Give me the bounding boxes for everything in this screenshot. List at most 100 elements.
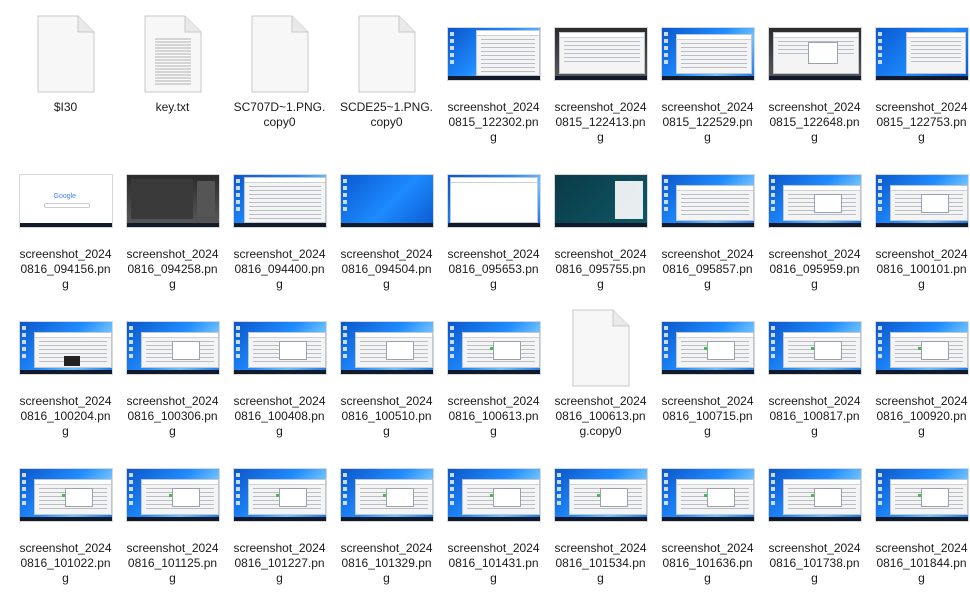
file-thumbnail[interactable]: [12, 302, 119, 394]
file-item[interactable]: screenshot_2024 0816_094504.pn g: [333, 155, 440, 301]
file-thumbnail[interactable]: [654, 8, 761, 100]
file-thumbnail[interactable]: [333, 8, 440, 100]
file-thumbnail[interactable]: [761, 302, 868, 394]
file-item[interactable]: screenshot_2024 0816_100613.pn g.copy0: [547, 302, 654, 448]
file-name[interactable]: screenshot_2024 0816_100306.pn g: [119, 394, 226, 439]
file-thumbnail[interactable]: [226, 302, 333, 394]
file-item[interactable]: screenshot_2024 0816_100613.pn g: [440, 302, 547, 448]
file-thumbnail[interactable]: [12, 449, 119, 541]
file-item[interactable]: screenshot_2024 0816_100204.pn g: [12, 302, 119, 448]
file-name[interactable]: screenshot_2024 0816_094400.pn g: [226, 247, 333, 292]
file-name[interactable]: screenshot_2024 0816_101022.pn g: [12, 541, 119, 586]
file-item[interactable]: screenshot_2024 0816_101844.pn g: [868, 449, 970, 595]
file-name[interactable]: screenshot_2024 0815_122302.pn g: [440, 100, 547, 145]
file-name[interactable]: screenshot_2024 0816_100715.pn g: [654, 394, 761, 439]
file-thumbnail[interactable]: [119, 302, 226, 394]
file-name[interactable]: screenshot_2024 0816_100204.pn g: [12, 394, 119, 439]
file-name[interactable]: screenshot_2024 0816_100613.pn g: [440, 394, 547, 439]
file-item[interactable]: screenshot_2024 0816_100715.pn g: [654, 302, 761, 448]
file-thumbnail[interactable]: [868, 8, 970, 100]
file-name[interactable]: screenshot_2024 0816_100920.pn g: [868, 394, 970, 439]
file-item[interactable]: screenshot_2024 0816_100510.pn g: [333, 302, 440, 448]
file-name[interactable]: screenshot_2024 0816_101431.pn g: [440, 541, 547, 586]
file-item[interactable]: SC707D~1.PNG. copy0: [226, 8, 333, 154]
file-item[interactable]: screenshot_2024 0816_094258.pn g: [119, 155, 226, 301]
file-item[interactable]: screenshot_2024 0816_095857.pn g: [654, 155, 761, 301]
file-thumbnail[interactable]: Google: [12, 155, 119, 247]
file-name[interactable]: screenshot_2024 0816_100101.pn g: [868, 247, 970, 292]
file-name[interactable]: screenshot_2024 0816_100613.pn g.copy0: [547, 394, 654, 439]
file-item[interactable]: screenshot_2024 0816_094400.pn g: [226, 155, 333, 301]
file-item[interactable]: key.txt: [119, 8, 226, 154]
file-item[interactable]: screenshot_2024 0816_100306.pn g: [119, 302, 226, 448]
file-name[interactable]: screenshot_2024 0816_094504.pn g: [333, 247, 440, 292]
file-thumbnail[interactable]: [654, 155, 761, 247]
file-item[interactable]: screenshot_2024 0815_122753.pn g: [868, 8, 970, 154]
file-thumbnail[interactable]: [226, 449, 333, 541]
file-name[interactable]: screenshot_2024 0816_095959.pn g: [761, 247, 868, 292]
file-thumbnail[interactable]: [547, 449, 654, 541]
file-thumbnail[interactable]: [547, 155, 654, 247]
file-item[interactable]: screenshot_2024 0816_100817.pn g: [761, 302, 868, 448]
file-name[interactable]: screenshot_2024 0816_094258.pn g: [119, 247, 226, 292]
file-thumbnail[interactable]: [868, 449, 970, 541]
file-thumbnail[interactable]: [226, 155, 333, 247]
file-thumbnail[interactable]: [761, 155, 868, 247]
file-item[interactable]: screenshot_2024 0816_101125.pn g: [119, 449, 226, 595]
file-name[interactable]: screenshot_2024 0816_094156.pn g: [12, 247, 119, 292]
file-thumbnail[interactable]: [333, 449, 440, 541]
file-thumbnail[interactable]: [12, 8, 119, 100]
file-item[interactable]: screenshot_2024 0816_100920.pn g: [868, 302, 970, 448]
file-item[interactable]: screenshot_2024 0815_122648.pn g: [761, 8, 868, 154]
file-name[interactable]: screenshot_2024 0816_101329.pn g: [333, 541, 440, 586]
file-name[interactable]: screenshot_2024 0815_122753.pn g: [868, 100, 970, 145]
file-thumbnail[interactable]: [868, 302, 970, 394]
file-thumbnail[interactable]: [761, 449, 868, 541]
file-name[interactable]: screenshot_2024 0816_101227.pn g: [226, 541, 333, 586]
file-thumbnail[interactable]: [440, 449, 547, 541]
file-thumbnail[interactable]: [119, 449, 226, 541]
file-name[interactable]: screenshot_2024 0815_122529.pn g: [654, 100, 761, 145]
file-thumbnail[interactable]: [547, 8, 654, 100]
file-thumbnail[interactable]: [333, 155, 440, 247]
file-thumbnail[interactable]: [547, 302, 654, 394]
file-item[interactable]: screenshot_2024 0815_122413.pn g: [547, 8, 654, 154]
file-item[interactable]: screenshot_2024 0815_122302.pn g: [440, 8, 547, 154]
file-name[interactable]: SCDE25~1.PNG. copy0: [333, 100, 440, 130]
file-item[interactable]: screenshot_2024 0816_100101.pn g: [868, 155, 970, 301]
file-name[interactable]: screenshot_2024 0816_101738.pn g: [761, 541, 868, 586]
file-name[interactable]: screenshot_2024 0816_101125.pn g: [119, 541, 226, 586]
file-name[interactable]: screenshot_2024 0816_095857.pn g: [654, 247, 761, 292]
file-thumbnail[interactable]: [868, 155, 970, 247]
file-item[interactable]: screenshot_2024 0816_101636.pn g: [654, 449, 761, 595]
file-item[interactable]: screenshot_2024 0815_122529.pn g: [654, 8, 761, 154]
file-thumbnail[interactable]: [761, 8, 868, 100]
file-item[interactable]: screenshot_2024 0816_101738.pn g: [761, 449, 868, 595]
file-name[interactable]: screenshot_2024 0815_122413.pn g: [547, 100, 654, 145]
file-thumbnail[interactable]: [333, 302, 440, 394]
file-thumbnail[interactable]: [226, 8, 333, 100]
file-item[interactable]: screenshot_2024 0816_101022.pn g: [12, 449, 119, 595]
file-name[interactable]: screenshot_2024 0816_101844.pn g: [868, 541, 970, 586]
file-item[interactable]: screenshot_2024 0816_100408.pn g: [226, 302, 333, 448]
file-thumbnail[interactable]: [654, 302, 761, 394]
file-item[interactable]: screenshot_2024 0816_101534.pn g: [547, 449, 654, 595]
file-name[interactable]: SC707D~1.PNG. copy0: [226, 100, 333, 130]
file-thumbnail[interactable]: [440, 8, 547, 100]
file-item[interactable]: screenshot_2024 0816_095653.pn g: [440, 155, 547, 301]
file-item[interactable]: screenshot_2024 0816_095959.pn g: [761, 155, 868, 301]
file-name[interactable]: screenshot_2024 0815_122648.pn g: [761, 100, 868, 145]
file-item[interactable]: screenshot_2024 0816_101227.pn g: [226, 449, 333, 595]
file-item[interactable]: screenshot_2024 0816_101329.pn g: [333, 449, 440, 595]
file-name[interactable]: screenshot_2024 0816_100817.pn g: [761, 394, 868, 439]
file-item[interactable]: $I30: [12, 8, 119, 154]
file-name[interactable]: screenshot_2024 0816_101534.pn g: [547, 541, 654, 586]
file-thumbnail[interactable]: [440, 155, 547, 247]
file-thumbnail[interactable]: [440, 302, 547, 394]
file-thumbnail[interactable]: [654, 449, 761, 541]
file-thumbnail[interactable]: [119, 155, 226, 247]
file-item[interactable]: Google screenshot_2024 0816_094156.pn g: [12, 155, 119, 301]
file-name[interactable]: screenshot_2024 0816_101636.pn g: [654, 541, 761, 586]
file-name[interactable]: key.txt: [119, 100, 226, 115]
file-name[interactable]: screenshot_2024 0816_095755.pn g: [547, 247, 654, 292]
